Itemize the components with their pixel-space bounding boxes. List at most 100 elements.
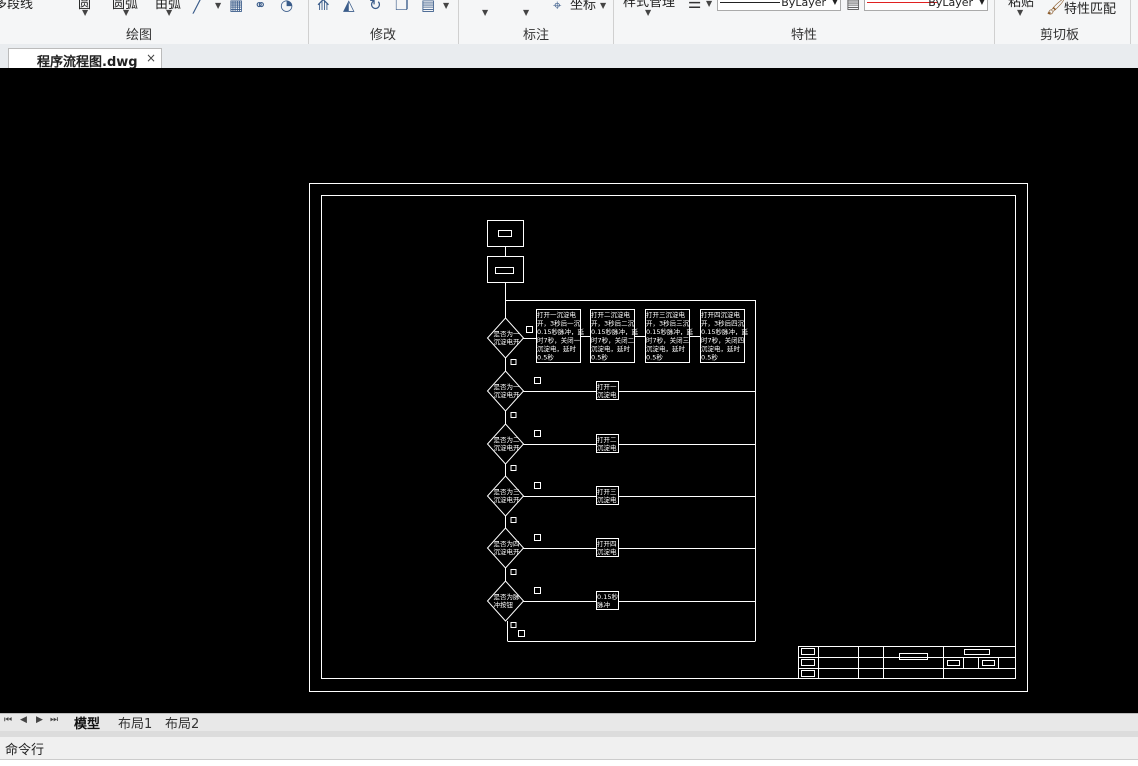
group-label-clipboard: 剪切板 bbox=[1040, 28, 1080, 43]
process-text-line: 0.15秒脉冲，延 bbox=[591, 327, 638, 336]
connector-port bbox=[534, 377, 541, 384]
lineweight-icon[interactable]: ☰ bbox=[688, 0, 701, 11]
decision-text-line: 冲按钮 bbox=[494, 600, 514, 609]
decision-text-line: 是否为脉 bbox=[494, 592, 521, 601]
group-separator bbox=[613, 0, 614, 44]
process-text-line: 时7秒，关闭二 bbox=[591, 336, 635, 345]
branch-text: 打开二沉淀电 bbox=[597, 435, 617, 452]
branch-text: 打开四沉淀电 bbox=[597, 539, 617, 556]
decision-text: 是否为一沉淀电开 bbox=[494, 329, 521, 346]
connector-port bbox=[510, 622, 517, 628]
command-label: 命令行 bbox=[5, 743, 45, 758]
branch-text-line: 脉冲 bbox=[597, 600, 611, 609]
branch-text-line: 打开四 bbox=[597, 539, 617, 548]
group-icon[interactable]: ⚭ bbox=[254, 0, 267, 13]
drawing-canvas[interactable]: 是否为一沉淀电开 是否为一沉淀电开 是否为二沉淀电开 是否为三沉淀电开 是否为四沉淀电开… bbox=[0, 68, 1138, 713]
branch-text: 打开一沉淀电 bbox=[597, 382, 617, 399]
process-text-line: 打开三沉淀电 bbox=[646, 310, 686, 319]
command-bar: 命令行 bbox=[0, 737, 1138, 766]
group-label-dimension: 标注 bbox=[523, 28, 550, 43]
drawing-svg[interactable]: 是否为一沉淀电开是否为一沉淀电开是否为二沉淀电开是否为三沉淀电开是否为四沉淀电开… bbox=[0, 68, 1138, 713]
branch-text-line: 打开三 bbox=[597, 487, 617, 496]
coordinate-icon[interactable]: ⌖ bbox=[553, 0, 561, 13]
polyline-tool[interactable]: 多段线 bbox=[0, 0, 33, 12]
connector-port bbox=[534, 482, 541, 489]
chevron-down-icon[interactable]: ▼ bbox=[1017, 8, 1023, 17]
match-properties-button[interactable]: 特性匹配 bbox=[1064, 0, 1116, 17]
connector-port bbox=[510, 359, 517, 365]
chevron-down-icon[interactable]: ▼ bbox=[706, 0, 712, 8]
region-icon[interactable]: ◔ bbox=[280, 0, 293, 13]
decision-text: 是否为一沉淀电开 bbox=[494, 382, 521, 399]
first-layout-icon[interactable]: ⏮ bbox=[4, 715, 12, 725]
process-text-line: 开，3秒后三沉 bbox=[646, 319, 690, 328]
connector-port bbox=[534, 587, 541, 594]
hatch-icon[interactable]: ▦ bbox=[229, 0, 243, 13]
process-text: 打开四沉淀电开，3秒后四沉 0.15秒脉冲，延时7秒，关闭四沉淀电，延时 0.5秒 bbox=[701, 310, 748, 362]
chevron-down-icon[interactable]: ▼ bbox=[443, 1, 449, 10]
chevron-down-icon[interactable]: ▼ bbox=[215, 1, 221, 10]
chevron-down-icon: ▼ bbox=[831, 0, 838, 6]
chevron-down-icon[interactable]: ▼ bbox=[645, 8, 651, 17]
rotate-icon[interactable]: ↻ bbox=[369, 0, 382, 13]
connector-port bbox=[526, 326, 533, 333]
chevron-down-icon[interactable]: ▼ bbox=[123, 8, 129, 17]
decision-text-line: 是否为三 bbox=[494, 487, 521, 496]
paper-border bbox=[309, 183, 1028, 692]
branch-text-line: 沉淀电 bbox=[597, 443, 617, 452]
branch-text-line: 0.15秒 bbox=[597, 592, 618, 601]
copy-icon[interactable]: ❐ bbox=[395, 0, 408, 13]
group-label-modify: 修改 bbox=[370, 28, 397, 43]
last-layout-icon[interactable]: ⏭ bbox=[50, 715, 58, 725]
process-text-line: 0.15秒脉冲，延 bbox=[537, 327, 584, 336]
decision-text: 是否为四沉淀电开 bbox=[494, 539, 521, 556]
process-text-line: 0.5秒 bbox=[591, 353, 608, 362]
stretch-icon[interactable]: ⟰ bbox=[317, 0, 330, 13]
linetype-select[interactable]: ByLayer ▼ bbox=[717, 0, 841, 11]
chevron-down-icon[interactable]: ▼ bbox=[482, 8, 488, 17]
process-text-line: 沉淀电，延时 bbox=[591, 344, 631, 353]
decision-text-line: 是否为一 bbox=[494, 382, 521, 391]
tab-layout2[interactable]: 布局2 bbox=[165, 713, 199, 732]
process-text-line: 0.15秒脉冲，延 bbox=[701, 327, 748, 336]
next-layout-icon[interactable]: ▶ bbox=[36, 715, 43, 725]
lineweight-select[interactable]: ByLayer ▼ bbox=[864, 0, 988, 11]
process-text-line: 打开二沉淀电 bbox=[591, 310, 631, 319]
decision-text-line: 沉淀电开 bbox=[494, 547, 521, 556]
chevron-down-icon[interactable]: ▼ bbox=[523, 8, 529, 17]
branch-text: 打开三沉淀电 bbox=[597, 487, 617, 504]
process-text: 打开二沉淀电开，3秒后二沉 0.15秒脉冲，延时7秒，关闭二沉淀电，延时 0.5秒 bbox=[591, 310, 638, 362]
decision-text-line: 是否为二 bbox=[494, 435, 521, 444]
plotstyle-icon[interactable]: ▤ bbox=[846, 0, 860, 11]
connector-port bbox=[534, 430, 541, 437]
process-text-line: 时7秒，关闭四 bbox=[701, 336, 744, 345]
mirror-icon[interactable]: ◭ bbox=[343, 0, 355, 13]
process-text-line: 0.5秒 bbox=[646, 353, 663, 362]
process-text-line: 沉淀电，延时 bbox=[537, 344, 577, 353]
process-text-line: 开，3秒后一沉 bbox=[537, 319, 581, 328]
tab-model[interactable]: 模型 bbox=[74, 713, 100, 732]
process-text-line: 开，3秒后二沉 bbox=[591, 319, 635, 328]
match-properties-icon[interactable]: 🖌 bbox=[1046, 0, 1065, 15]
drawing-frames bbox=[309, 183, 1028, 692]
chevron-down-icon[interactable]: ▼ bbox=[82, 8, 88, 17]
tab-layout1[interactable]: 布局1 bbox=[118, 713, 152, 732]
group-separator bbox=[458, 0, 459, 44]
coordinate-label[interactable]: 坐标 bbox=[570, 0, 596, 13]
branch-text-line: 打开二 bbox=[597, 435, 617, 444]
chevron-down-icon[interactable]: ▼ bbox=[166, 8, 172, 17]
document-tab[interactable]: 程序流程图.dwg × bbox=[8, 48, 162, 70]
group-separator bbox=[308, 0, 309, 44]
line-icon[interactable]: ╱ bbox=[193, 0, 202, 13]
connector-port bbox=[534, 534, 541, 541]
group-label-properties: 特性 bbox=[791, 28, 818, 43]
inner-frame bbox=[321, 195, 1016, 679]
chevron-down-icon[interactable]: ▼ bbox=[600, 1, 606, 10]
close-icon[interactable]: × bbox=[146, 51, 156, 65]
process-text-line: 时7秒，关闭三 bbox=[646, 336, 690, 345]
decision-text: 是否为脉冲按钮 bbox=[494, 592, 521, 609]
group-separator bbox=[1130, 0, 1131, 44]
edit-icon[interactable]: ▤ bbox=[421, 0, 435, 13]
prev-layout-icon[interactable]: ◀ bbox=[20, 715, 27, 725]
decision-text-line: 沉淀电开 bbox=[494, 390, 521, 399]
